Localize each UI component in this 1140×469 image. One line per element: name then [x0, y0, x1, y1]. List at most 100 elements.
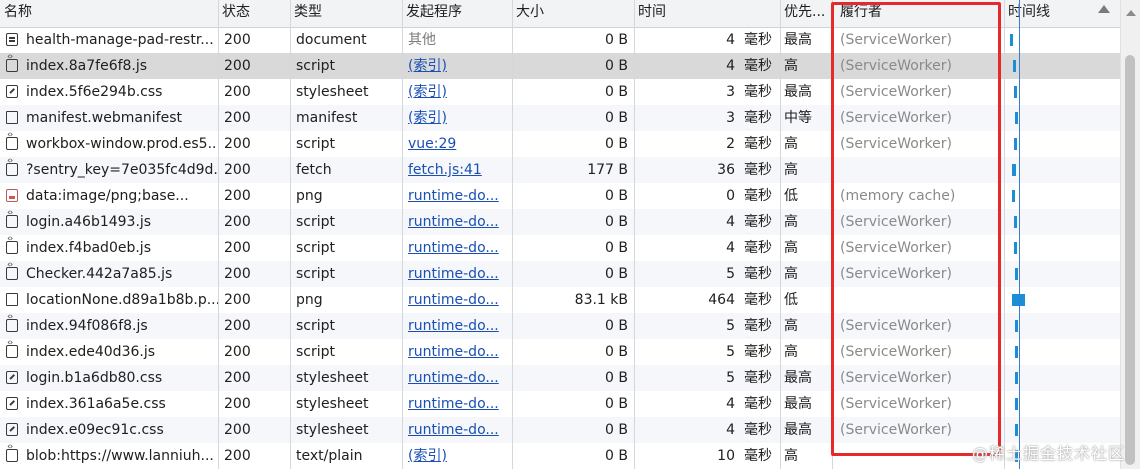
request-time-unit: 毫秒: [744, 32, 772, 48]
scroll-up-arrow-icon[interactable]: [1126, 10, 1136, 16]
initiator-link[interactable]: runtime-do...: [408, 370, 499, 386]
table-row[interactable]: index.e09ec91c.css 200 stylesheet runtime-d…: [0, 417, 1120, 443]
initiator-link[interactable]: fetch.js:41: [408, 162, 482, 178]
initiator-link[interactable]: vue:29: [408, 136, 456, 152]
initiator-link[interactable]: runtime-do...: [408, 292, 499, 308]
request-time: 4: [726, 396, 735, 412]
table-row[interactable]: Checker.442a7a85.js 200 script runtime-do..…: [0, 260, 1120, 287]
waterfall-bar[interactable]: [1014, 86, 1017, 98]
waterfall-bar[interactable]: [1015, 268, 1018, 280]
request-size: 0 B: [605, 344, 628, 360]
request-time: 10: [717, 448, 735, 464]
request-size: 0 B: [605, 266, 628, 282]
column-header-size[interactable]: 大小: [512, 0, 634, 27]
initiator-link[interactable]: runtime-do...: [408, 422, 499, 438]
initiator-link[interactable]: (索引): [408, 448, 447, 464]
table-row[interactable]: data:image/png;base... 200 png runtime-do..…: [0, 183, 1120, 209]
request-time: 4: [726, 32, 735, 48]
request-time-unit: 毫秒: [744, 136, 772, 152]
waterfall-bar[interactable]: [1010, 34, 1013, 46]
request-fulfilled-by: (memory cache): [840, 188, 956, 204]
table-row[interactable]: index.ede40d36.js 200 script runtime-do... 0…: [0, 338, 1120, 365]
table-row[interactable]: index.5f6e294b.css 200 stylesheet (索引) 0 B 3毫…: [0, 79, 1120, 105]
column-divider[interactable]: [1004, 0, 1005, 469]
initiator-link[interactable]: runtime-do...: [408, 240, 499, 256]
column-header-waterfall[interactable]: 时间线: [1004, 0, 1120, 27]
initiator-link[interactable]: (索引): [408, 84, 447, 100]
column-header-priority[interactable]: 优先...: [780, 0, 832, 27]
column-header-time[interactable]: 时间: [634, 0, 780, 27]
waterfall-bar[interactable]: [1015, 112, 1018, 124]
initiator-link[interactable]: runtime-do...: [408, 188, 499, 204]
table-row[interactable]: index.361a6a5e.css 200 stylesheet runtime-d…: [0, 391, 1120, 417]
column-divider[interactable]: [780, 0, 781, 469]
column-header-status[interactable]: 状态: [218, 0, 290, 27]
column-divider[interactable]: [512, 0, 513, 469]
column-header-fulfilled-by[interactable]: 履行者: [832, 0, 1004, 27]
table-row[interactable]: index.f4bad0eb.js 200 script runtime-do... 0…: [0, 234, 1120, 261]
request-fulfilled-by: (ServiceWorker): [840, 32, 952, 48]
request-type: script: [296, 240, 336, 256]
request-type: script: [296, 266, 336, 282]
request-priority: 高: [784, 136, 798, 152]
sort-ascending-icon[interactable]: [1098, 5, 1110, 13]
request-size: 0 B: [605, 110, 628, 126]
request-initiator: runtime-do...: [402, 287, 512, 313]
waterfall-bar[interactable]: [1014, 138, 1017, 150]
column-header-initiator[interactable]: 发起程序: [402, 0, 512, 27]
table-row[interactable]: workbox-window.prod.es5... 200 script vue:2…: [0, 130, 1120, 157]
request-time-unit: 毫秒: [744, 58, 772, 74]
request-time: 464: [708, 292, 735, 308]
request-size: 0 B: [605, 214, 628, 230]
initiator-link[interactable]: runtime-do...: [408, 318, 499, 334]
waterfall-bar[interactable]: [1014, 242, 1017, 254]
waterfall-bar[interactable]: [1015, 346, 1018, 358]
request-name: login.b1a6db80.css: [26, 370, 163, 386]
waterfall-dom-content-loaded-line: [1019, 0, 1020, 469]
request-type: stylesheet: [296, 396, 369, 412]
request-time-unit: 毫秒: [744, 318, 772, 334]
table-row[interactable]: index.94f086f8.js 200 script runtime-do... 0…: [0, 312, 1120, 339]
request-size: 0 B: [605, 188, 628, 204]
waterfall-bar[interactable]: [1014, 216, 1017, 228]
request-time: 3: [726, 84, 735, 100]
scrollbar-thumb[interactable]: [1125, 55, 1135, 465]
table-row[interactable]: index.8a7fe6f8.js 200 script (索引) 0 B 4 毫秒高 (Se…: [0, 52, 1120, 79]
column-divider[interactable]: [290, 0, 291, 469]
waterfall-bar[interactable]: [1012, 190, 1015, 202]
waterfall-bar[interactable]: [1015, 398, 1018, 410]
initiator-link[interactable]: runtime-do...: [408, 344, 499, 360]
table-row[interactable]: login.a46b1493.js 200 script runtime-do... 0…: [0, 208, 1120, 235]
waterfall-bar[interactable]: [1015, 424, 1018, 436]
column-header-name[interactable]: 名称: [0, 0, 218, 27]
initiator-link[interactable]: runtime-do...: [408, 266, 499, 282]
request-time: 36: [717, 162, 735, 178]
initiator-link[interactable]: runtime-do...: [408, 396, 499, 412]
request-priority: 低: [784, 292, 798, 308]
table-row[interactable]: health-manage-pad-restr... 200 document 其他 0…: [0, 27, 1120, 53]
request-time: 4: [726, 214, 735, 230]
table-row[interactable]: login.b1a6db80.css 200 stylesheet runtime-d…: [0, 365, 1120, 391]
column-divider[interactable]: [832, 0, 833, 469]
waterfall-bar[interactable]: [1012, 164, 1016, 176]
initiator-link[interactable]: (索引): [408, 58, 447, 74]
table-row[interactable]: blob:https://www.lanniuh... 200 text/plain…: [0, 442, 1120, 469]
column-divider[interactable]: [402, 0, 403, 469]
column-divider[interactable]: [634, 0, 635, 469]
table-row[interactable]: ?sentry_key=7e035fc4d9d... 200 fetch fetch.…: [0, 156, 1120, 183]
initiator-link[interactable]: runtime-do...: [408, 214, 499, 230]
waterfall-bar[interactable]: [1015, 320, 1018, 332]
request-status: 200: [224, 162, 251, 178]
vertical-scrollbar[interactable]: [1120, 0, 1140, 469]
request-priority: 高: [784, 58, 798, 74]
request-size: 0 B: [605, 136, 628, 152]
waterfall-bar[interactable]: [1015, 372, 1018, 384]
request-status: 200: [224, 188, 251, 204]
column-divider[interactable]: [218, 0, 219, 469]
table-row[interactable]: manifest.webmanifest 200 manifest (索引) 0 B 3毫…: [0, 105, 1120, 131]
column-header-type[interactable]: 类型: [290, 0, 402, 27]
table-row[interactable]: locationNone.d89a1b8b.p... 200 png runtime-…: [0, 287, 1120, 313]
waterfall-bar[interactable]: [1013, 60, 1016, 72]
request-fulfilled-by: (ServiceWorker): [840, 110, 952, 126]
initiator-link[interactable]: (索引): [408, 110, 447, 126]
